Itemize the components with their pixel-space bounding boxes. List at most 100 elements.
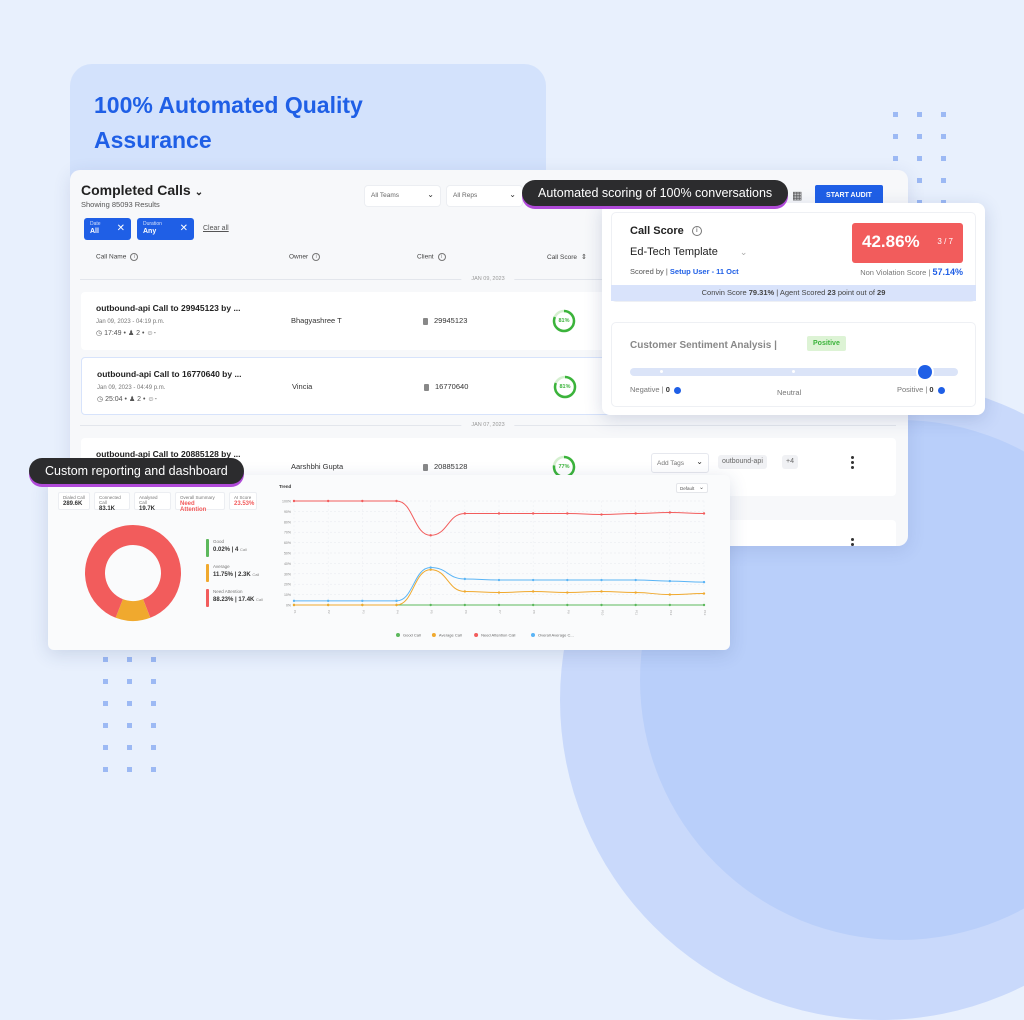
tag-badge[interactable]: outbound-api (718, 455, 767, 469)
chevron-down-icon[interactable]: ⌄ (195, 187, 203, 198)
data-point[interactable] (668, 603, 672, 607)
score-fraction: 3 / 7 (937, 237, 953, 246)
data-point[interactable] (326, 499, 330, 503)
data-point[interactable] (566, 603, 569, 607)
data-point[interactable] (395, 599, 398, 603)
data-point[interactable] (566, 512, 569, 515)
data-point[interactable] (463, 577, 467, 581)
filter-chip-date[interactable]: Date All ✕ (84, 218, 131, 240)
legend-label: Overall Average C... (538, 633, 574, 638)
data-point[interactable] (600, 513, 603, 516)
data-point[interactable] (634, 603, 637, 607)
data-point[interactable] (600, 603, 603, 607)
data-point[interactable] (463, 512, 467, 515)
slider-thumb[interactable] (918, 365, 933, 379)
filter-chip-duration[interactable]: Duration Any ✕ (137, 218, 194, 240)
export-icon[interactable]: ▦ (792, 189, 802, 202)
data-point[interactable] (361, 603, 364, 607)
data-point[interactable] (463, 603, 467, 607)
data-point[interactable] (395, 603, 398, 607)
data-point[interactable] (566, 591, 569, 594)
data-point[interactable] (292, 499, 296, 503)
close-icon[interactable]: ✕ (117, 223, 125, 234)
data-point[interactable] (566, 578, 569, 582)
data-point[interactable] (429, 566, 432, 569)
data-point[interactable] (497, 512, 501, 515)
summary-text: | Agent Scored (774, 288, 828, 297)
arrow-right-icon[interactable] (937, 386, 945, 394)
legend-item[interactable]: Good Call (396, 633, 421, 638)
data-point[interactable] (463, 590, 467, 593)
info-icon[interactable]: i (130, 253, 139, 261)
score-ring: 81% (553, 375, 577, 399)
info-icon[interactable]: i (691, 226, 702, 237)
legend-item[interactable]: Average Call (431, 633, 462, 638)
breakdown-label: Good (213, 539, 225, 544)
data-point[interactable] (429, 534, 432, 537)
decorative-dot (127, 657, 132, 662)
decorative-dot (151, 701, 156, 706)
data-point[interactable] (600, 590, 603, 593)
sentiment-slider[interactable] (630, 365, 958, 379)
teams-select[interactable]: All Teams ⌄ (365, 186, 440, 206)
more-tags-badge[interactable]: +4 (782, 455, 798, 469)
info-icon[interactable]: i (437, 253, 446, 261)
data-point[interactable] (361, 599, 364, 603)
data-point[interactable] (429, 603, 432, 607)
data-point[interactable] (497, 603, 501, 607)
y-tick-label: 90% (284, 510, 291, 514)
data-point[interactable] (361, 499, 364, 503)
sort-icon[interactable]: ⇕ (581, 254, 587, 261)
y-tick-label: 50% (284, 552, 291, 556)
scored-by-user[interactable]: Setup User - 11 Oct (670, 267, 739, 276)
data-point[interactable] (497, 591, 501, 594)
template-select[interactable]: Ed-Tech Template ⌄ (630, 246, 747, 258)
data-point[interactable] (600, 578, 603, 582)
data-point[interactable] (668, 593, 672, 596)
score-percent: 42.86% (862, 232, 920, 251)
non-violation-label: Non Violation Score | (860, 268, 931, 277)
data-point[interactable] (668, 511, 672, 514)
legend-item[interactable]: Need Attention Call (474, 633, 515, 638)
data-point[interactable] (497, 578, 501, 582)
data-point[interactable] (702, 580, 706, 584)
kpi-label: Analysed Call (139, 495, 158, 505)
data-point[interactable] (634, 578, 637, 582)
data-point[interactable] (702, 603, 706, 607)
close-icon[interactable]: ✕ (180, 223, 188, 234)
data-point[interactable] (668, 579, 672, 583)
reps-select[interactable]: All Reps ⌄ (447, 186, 522, 206)
call-name[interactable]: outbound-api Call to 16770640 by ... (97, 369, 242, 379)
legend-label: Average Call (439, 633, 462, 638)
comment-icon: ☺ (146, 330, 154, 337)
legend-item[interactable]: Overall Average C... (531, 633, 574, 638)
data-point[interactable] (531, 603, 535, 607)
negative-label: Negative | 0 (630, 385, 681, 394)
data-point[interactable] (429, 568, 432, 571)
legend-swatch (474, 633, 479, 637)
data-point[interactable] (531, 512, 535, 515)
more-options-icon[interactable] (851, 538, 855, 546)
data-point[interactable] (634, 512, 637, 515)
more-options-icon[interactable] (851, 456, 855, 471)
data-point[interactable] (531, 578, 535, 582)
data-point[interactable] (395, 499, 398, 503)
add-tags-select[interactable]: Add Tags ⌄ (651, 453, 709, 473)
data-point[interactable] (326, 603, 330, 607)
clear-all-link[interactable]: Clear all (203, 225, 229, 232)
breakdown-item: Average 11.75% | 2.3K Call (206, 564, 259, 582)
data-point[interactable] (702, 512, 706, 515)
page-title[interactable]: Completed Calls ⌄ (81, 182, 203, 198)
call-name[interactable]: outbound-api Call to 29945123 by ... (96, 303, 241, 313)
data-point[interactable] (702, 592, 706, 595)
data-point[interactable] (634, 591, 637, 594)
data-point[interactable] (292, 603, 296, 607)
data-point[interactable] (326, 599, 330, 603)
clock-icon: ◷ (96, 330, 103, 337)
info-icon[interactable]: i (312, 253, 321, 261)
data-point[interactable] (531, 590, 535, 593)
arrow-right-icon[interactable] (673, 386, 681, 394)
data-point[interactable] (292, 599, 296, 603)
column-header-call-score[interactable]: Call Score ⇕ (547, 253, 587, 261)
call-client: 29945123 (423, 316, 467, 325)
